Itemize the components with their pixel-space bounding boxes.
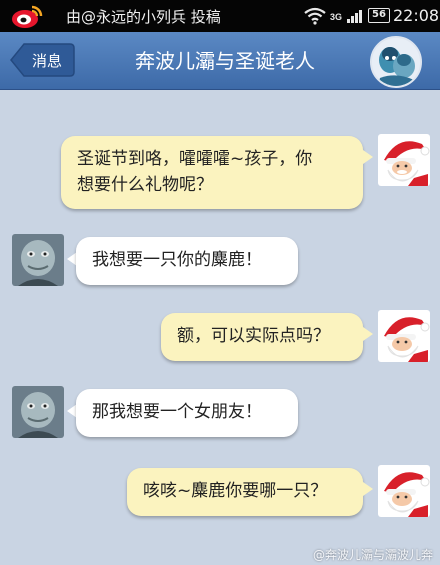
- message-bubble: 额，可以实际点吗？: [161, 313, 363, 361]
- message-line: 想要什么礼物呢？: [77, 175, 213, 195]
- status-time: 22:08: [393, 6, 440, 25]
- message-line: 那我想要一个女朋友！: [92, 402, 262, 422]
- battery-icon: 56: [368, 8, 390, 23]
- message-bubble: 那我想要一个女朋友！: [76, 389, 298, 437]
- contact-avatar[interactable]: [370, 36, 422, 88]
- back-button[interactable]: 消息: [10, 43, 75, 77]
- back-label: 消息: [32, 52, 63, 70]
- network-label: 3G: [330, 12, 342, 22]
- watermark: @奔波儿灞与灞波儿奔: [313, 548, 434, 562]
- bubble-tail: [363, 482, 373, 496]
- post-info-text: 由@永远的小列兵 投稿: [66, 8, 221, 26]
- message-line: 咳咳~麋鹿你要哪一只？: [143, 481, 328, 501]
- message-line: 额，可以实际点吗？: [177, 326, 330, 346]
- benboerba-avatar[interactable]: [12, 234, 64, 286]
- signal-icon: 3G: [330, 10, 362, 23]
- message-line: 我想要一只你的麋鹿！: [92, 250, 262, 270]
- message-line: 圣诞节到咯，嚯嚯嚯~孩子，你: [77, 149, 313, 169]
- page-title: 奔波儿灞与圣诞老人: [135, 49, 315, 73]
- wifi-icon: [304, 7, 326, 25]
- chat-header: 消息 奔波儿灞与圣诞老人: [0, 32, 440, 90]
- message-bubble: 咳咳~麋鹿你要哪一只？: [127, 468, 363, 516]
- message-bubble: 我想要一只你的麋鹿！: [76, 237, 298, 285]
- message-bubble: 圣诞节到咯，嚯嚯嚯~孩子，你 想要什么礼物呢？: [61, 136, 363, 209]
- bubble-tail: [363, 150, 373, 164]
- weibo-logo-icon: [12, 5, 43, 28]
- santa-avatar[interactable]: [378, 134, 430, 186]
- benboerba-avatar[interactable]: [12, 386, 64, 438]
- santa-avatar[interactable]: [378, 465, 430, 517]
- santa-avatar[interactable]: [378, 310, 430, 362]
- status-bar: 由@永远的小列兵 投稿 3G 56 22:08: [0, 0, 440, 32]
- bubble-tail: [363, 327, 373, 341]
